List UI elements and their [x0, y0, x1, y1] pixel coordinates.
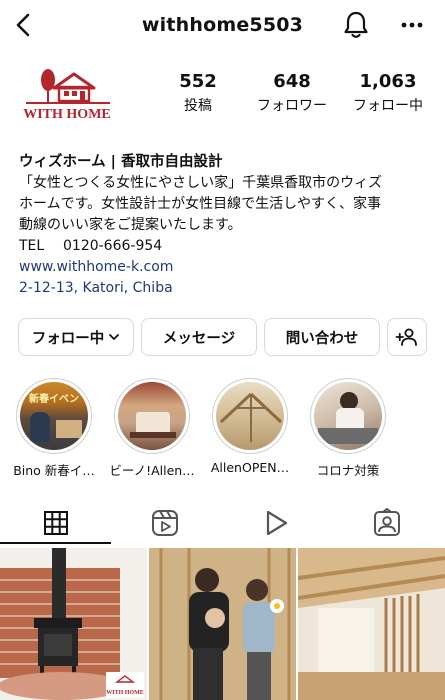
phone-line: TEL 0120-666-954 [19, 236, 431, 257]
avatar[interactable]: WITH HOME [18, 66, 116, 126]
highlight-item[interactable]: コロナ対策 [303, 378, 393, 479]
following-button-label: フォロー中 [31, 330, 105, 347]
tel-number: 0120-666-954 [63, 238, 163, 254]
bio-line: 「女性とつくる女性にやさしい家」千葉県香取市のウィズ [19, 175, 383, 191]
posts-label: 投稿 [184, 98, 212, 114]
chevron-down-icon [109, 334, 120, 340]
profile-username: withhome5503 [141, 14, 304, 36]
contact-button[interactable]: 問い合わせ [264, 318, 380, 356]
following-count[interactable]: 1,063 フォロー中 [338, 70, 438, 116]
highlight-label: Bino 新春イ… [13, 463, 95, 478]
withhome-logo: WITH HOME [23, 69, 111, 122]
post-image [149, 548, 296, 700]
tagged-person-icon[interactable] [371, 508, 403, 538]
tel-label: TEL [19, 238, 45, 254]
highlight-thumb-text: 新春イベン [29, 394, 79, 405]
highlight-item[interactable]: ビーノ!Allen… [107, 378, 197, 479]
highlight-thumbnail [118, 382, 186, 450]
followers-value: 648 [273, 71, 311, 92]
website-link[interactable]: www.withhome-k.com [19, 257, 431, 278]
reels-icon[interactable] [149, 508, 181, 538]
bell-icon[interactable] [342, 10, 370, 40]
bio: ウィズホーム | 香取市自由設計 「女性とつくる女性にやさしい家」千葉県香取市の… [19, 152, 431, 299]
highlight-item[interactable]: 新春イベン Bino 新春イ… [9, 378, 99, 479]
display-name: ウィズホーム | 香取市自由設計 [19, 154, 223, 170]
address-link[interactable]: 2-12-13, Katori, Chiba [19, 278, 431, 299]
profile-tabs [0, 500, 445, 546]
bio-line: ホームです。女性設計士が女性目線で生活しやすく、家事 [19, 196, 382, 212]
post-image [298, 548, 445, 700]
contact-button-label: 問い合わせ [285, 330, 359, 347]
post-logo-text: WITH HOME [106, 690, 144, 696]
bio-line: 動線のいい家をご提案いたします。 [19, 217, 242, 233]
highlight-label: ビーノ!Allen… [109, 463, 195, 478]
play-icon[interactable] [260, 508, 292, 538]
highlight-thumbnail [216, 382, 284, 450]
add-user-icon [395, 328, 417, 346]
message-button[interactable]: メッセージ [141, 318, 257, 356]
posts-count[interactable]: 552 投稿 [148, 70, 248, 116]
highlight-ring [114, 378, 190, 454]
highlight-ring [310, 378, 386, 454]
followers-label: フォロワー [257, 98, 327, 114]
posts-value: 552 [179, 71, 217, 92]
highlight-ring: 新春イベン [16, 378, 92, 454]
top-bar: withhome5503 [0, 0, 445, 50]
highlight-thumbnail: 新春イベン [20, 382, 88, 450]
post-thumbnail[interactable] [298, 548, 445, 700]
following-label: フォロー中 [353, 98, 423, 114]
highlight-thumbnail [314, 382, 382, 450]
posts-grid: WITH HOME [0, 548, 445, 700]
logo-text: WITH HOME [23, 107, 111, 122]
more-horizontal-icon[interactable] [398, 12, 426, 38]
post-image: WITH HOME [0, 548, 147, 700]
highlight-label: コロナ対策 [316, 463, 380, 478]
following-value: 1,063 [359, 71, 417, 92]
highlight-ring [212, 378, 288, 454]
highlight-item[interactable]: AllenOPEN… [205, 378, 295, 475]
post-thumbnail[interactable] [149, 548, 296, 700]
highlight-label: AllenOPEN… [210, 460, 290, 475]
post-thumbnail[interactable]: WITH HOME [0, 548, 147, 700]
message-button-label: メッセージ [162, 330, 236, 347]
followers-count[interactable]: 648 フォロワー [242, 70, 342, 116]
grid-icon[interactable] [40, 508, 72, 538]
active-tab-indicator [0, 542, 111, 544]
suggest-users-button[interactable] [387, 318, 427, 356]
following-button[interactable]: フォロー中 [18, 318, 134, 356]
